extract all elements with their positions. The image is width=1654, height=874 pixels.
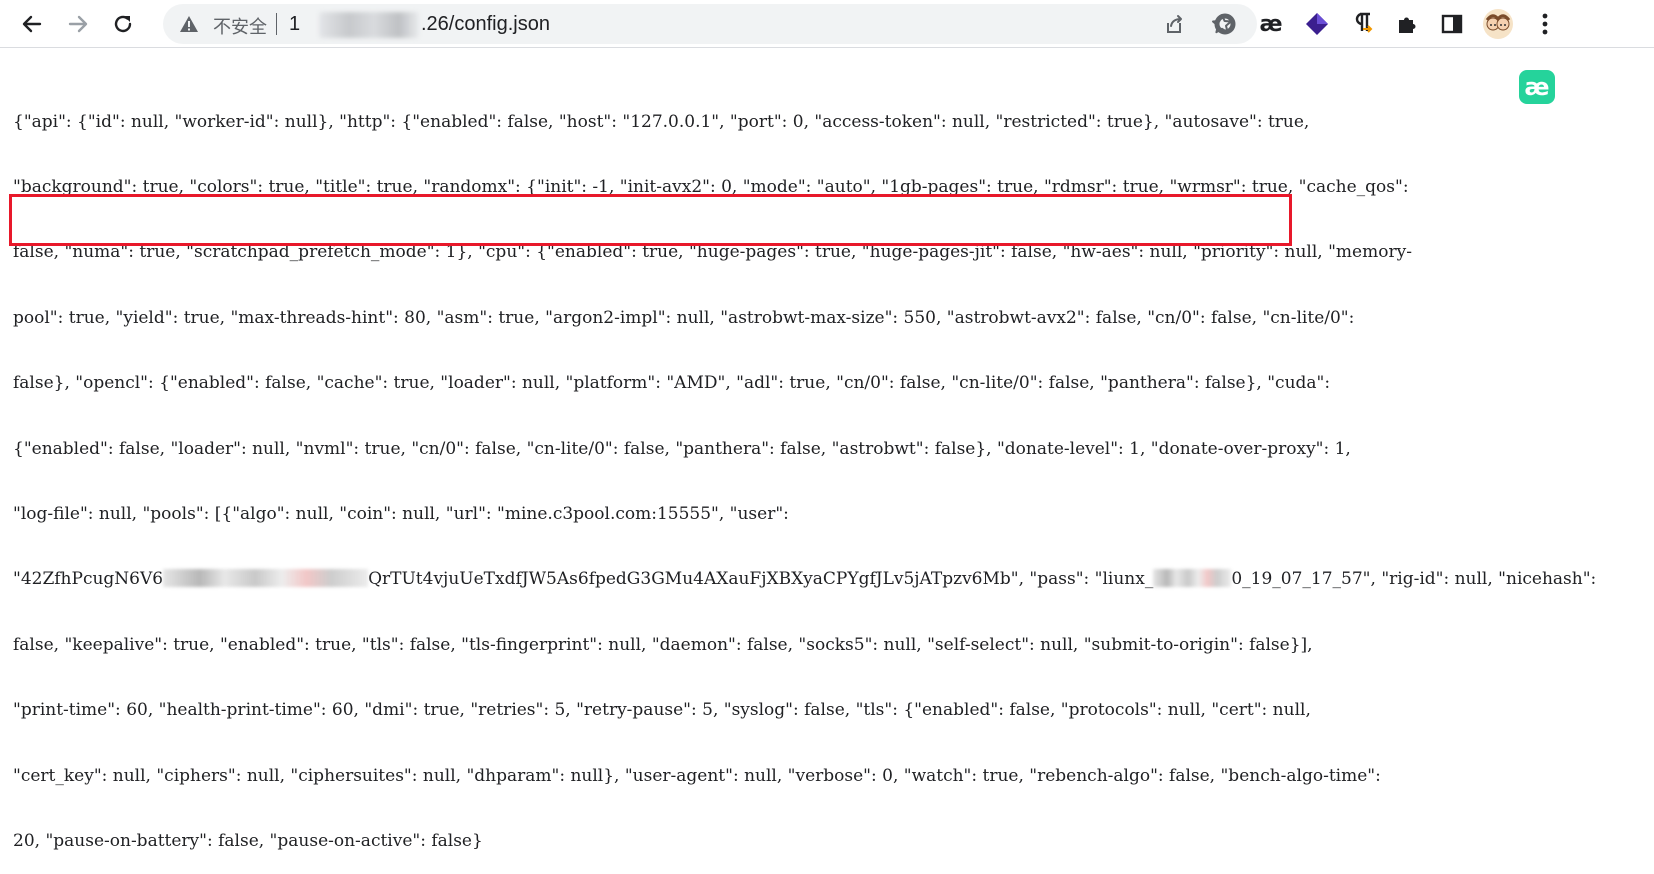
extension-ae-label: æ bbox=[1259, 11, 1283, 37]
extension-ae-icon[interactable]: æ bbox=[1255, 8, 1287, 40]
document-line: "cert_key": null, "ciphers": null, "ciph… bbox=[13, 765, 1381, 786]
document-line: "print-time": 60, "health-print-time": 6… bbox=[13, 700, 1311, 721]
pass-suffix: 0_19_07_17_57", "rig-id": null, "nicehas… bbox=[1231, 569, 1597, 590]
warning-triangle-icon[interactable] bbox=[179, 15, 199, 38]
document-line: false, "numa": true, "scratchpad_prefetc… bbox=[13, 242, 1412, 263]
browser-menu-icon[interactable] bbox=[1529, 8, 1561, 40]
reload-button[interactable] bbox=[105, 6, 141, 42]
document-line: false}, "opencl": {"enabled": false, "ca… bbox=[13, 373, 1331, 394]
extension-cube-icon[interactable] bbox=[1301, 8, 1333, 40]
address-bar[interactable]: 不安全 1 .26/config.json bbox=[163, 4, 1257, 44]
document-line: false, "keepalive": true, "enabled": tru… bbox=[13, 634, 1313, 655]
extension-pilcrow-icon[interactable] bbox=[1346, 8, 1378, 40]
back-arrow-icon bbox=[22, 15, 42, 33]
floating-ae-label: æ bbox=[1524, 73, 1550, 101]
reload-icon bbox=[114, 15, 132, 33]
redacted-host-blur bbox=[319, 12, 419, 38]
back-button[interactable] bbox=[14, 6, 50, 42]
document-line: {"api": {"id": null, "worker-id": null},… bbox=[13, 111, 1310, 132]
user-wallet-suffix: QrTUt4vjuUeTxdfJW5As6fpedG3GMu4AXauFjXBX… bbox=[368, 569, 1154, 590]
share-icon[interactable] bbox=[1163, 13, 1185, 40]
forward-arrow-icon bbox=[68, 15, 88, 33]
document-line-pool-user: "42ZfhPcugN6V6 QrTUt4vjuUeTxdfJW5As6fpedG… bbox=[13, 569, 1603, 591]
address-separator bbox=[276, 13, 277, 35]
url-text-prefix: 1 bbox=[289, 13, 301, 35]
document-line: 20, "pause-on-battery": false, "pause-on… bbox=[13, 830, 483, 851]
profile-avatar-icon[interactable] bbox=[1482, 8, 1514, 40]
document-line: "background": true, "colors": true, "tit… bbox=[13, 176, 1409, 197]
extensions-puzzle-icon[interactable] bbox=[1391, 8, 1423, 40]
redacted-pass-blur bbox=[1153, 569, 1232, 588]
floating-ae-button[interactable]: æ bbox=[1519, 70, 1555, 104]
redacted-wallet-blur bbox=[163, 569, 369, 588]
forward-button[interactable] bbox=[60, 6, 96, 42]
security-status-label[interactable]: 不安全 bbox=[213, 13, 267, 39]
document-line: {"enabled": false, "loader": null, "nvml… bbox=[13, 438, 1351, 459]
document-line: "log-file": null, "pools": [{"algo": nul… bbox=[13, 503, 789, 524]
browser-toolbar: 不安全 1 .26/config.json æ bbox=[0, 0, 1654, 48]
user-wallet-prefix: "42ZfhPcugN6V6 bbox=[13, 569, 164, 590]
side-panel-icon[interactable] bbox=[1436, 8, 1468, 40]
document-line: pool": true, "yield": true, "max-threads… bbox=[13, 307, 1355, 328]
json-document: {"api": {"id": null, "worker-id": null},… bbox=[13, 68, 1603, 874]
url-text: .26/config.json bbox=[421, 13, 550, 35]
extension-circle-icon[interactable] bbox=[1209, 8, 1241, 40]
